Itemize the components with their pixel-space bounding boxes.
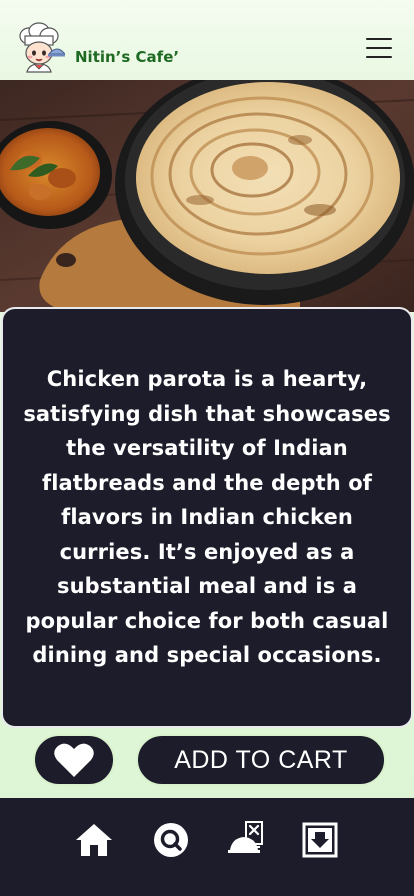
search-icon — [154, 823, 188, 857]
download-box-icon — [302, 822, 338, 858]
add-to-cart-button[interactable]: ADD TO CART — [136, 734, 386, 786]
menu-line — [366, 47, 392, 49]
nav-download[interactable] — [300, 820, 340, 860]
brand-name: Nitin’s Cafe’ — [75, 48, 180, 66]
bottom-navigation — [0, 798, 414, 896]
menu-line — [366, 38, 392, 40]
app-header: Nitin’s Cafe’ — [0, 0, 414, 80]
home-icon — [76, 824, 112, 856]
nav-search[interactable] — [151, 820, 191, 860]
favorite-button[interactable] — [33, 734, 115, 786]
chef-mascot-logo[interactable] — [15, 22, 67, 74]
chef-service-icon — [228, 821, 263, 853]
dish-description: Chicken parota is a hearty, satisfying d… — [23, 367, 391, 668]
nav-chef-service[interactable] — [226, 820, 266, 860]
description-card: Chicken parota is a hearty, satisfying d… — [1, 307, 413, 728]
heart-icon — [54, 743, 94, 777]
hamburger-menu-icon[interactable] — [366, 38, 392, 58]
menu-line — [366, 56, 392, 58]
food-hero-image — [0, 80, 414, 312]
nav-home[interactable] — [74, 820, 114, 860]
